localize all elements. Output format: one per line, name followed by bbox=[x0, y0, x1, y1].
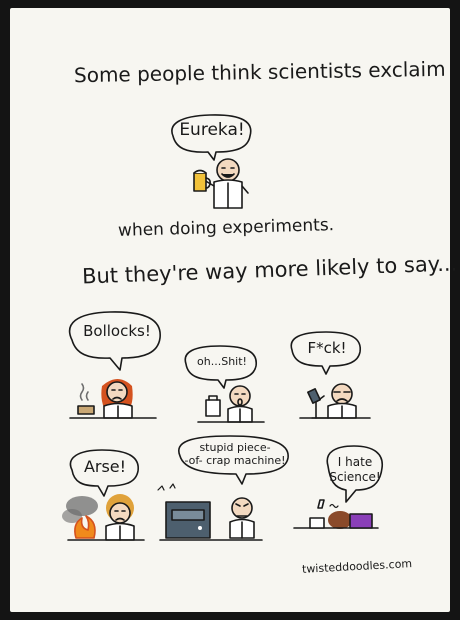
fck-text: F*ck! bbox=[307, 339, 347, 357]
oh-shit-scientist bbox=[197, 385, 265, 423]
comic-illustration bbox=[62, 114, 383, 541]
stupid-machine-line2: -of- crap machine! bbox=[184, 454, 286, 467]
hate-science-line2: Science! bbox=[329, 470, 381, 484]
fck-scientist bbox=[327, 383, 357, 419]
arse-text: Arse! bbox=[83, 457, 127, 476]
arse-scientist bbox=[105, 494, 135, 541]
beer-glass bbox=[193, 169, 211, 192]
bollocks-speech-bubble bbox=[68, 311, 161, 371]
bollocks-scientist bbox=[101, 379, 133, 419]
hate-science-line1: I hate bbox=[337, 455, 373, 469]
angry-machine bbox=[157, 483, 211, 539]
slumped-scientist bbox=[293, 499, 379, 529]
oh-shit-text: oh...Shit! bbox=[197, 355, 247, 368]
stupid-machine-line1: stupid piece- bbox=[199, 441, 271, 454]
eureka-text: Eureka! bbox=[179, 120, 245, 140]
comic-panel: Some people think scientists exclaim Eur… bbox=[10, 8, 458, 612]
page-frame: Some people think scientists exclaim Eur… bbox=[0, 0, 460, 620]
bollocks-text: Bollocks! bbox=[83, 322, 151, 340]
